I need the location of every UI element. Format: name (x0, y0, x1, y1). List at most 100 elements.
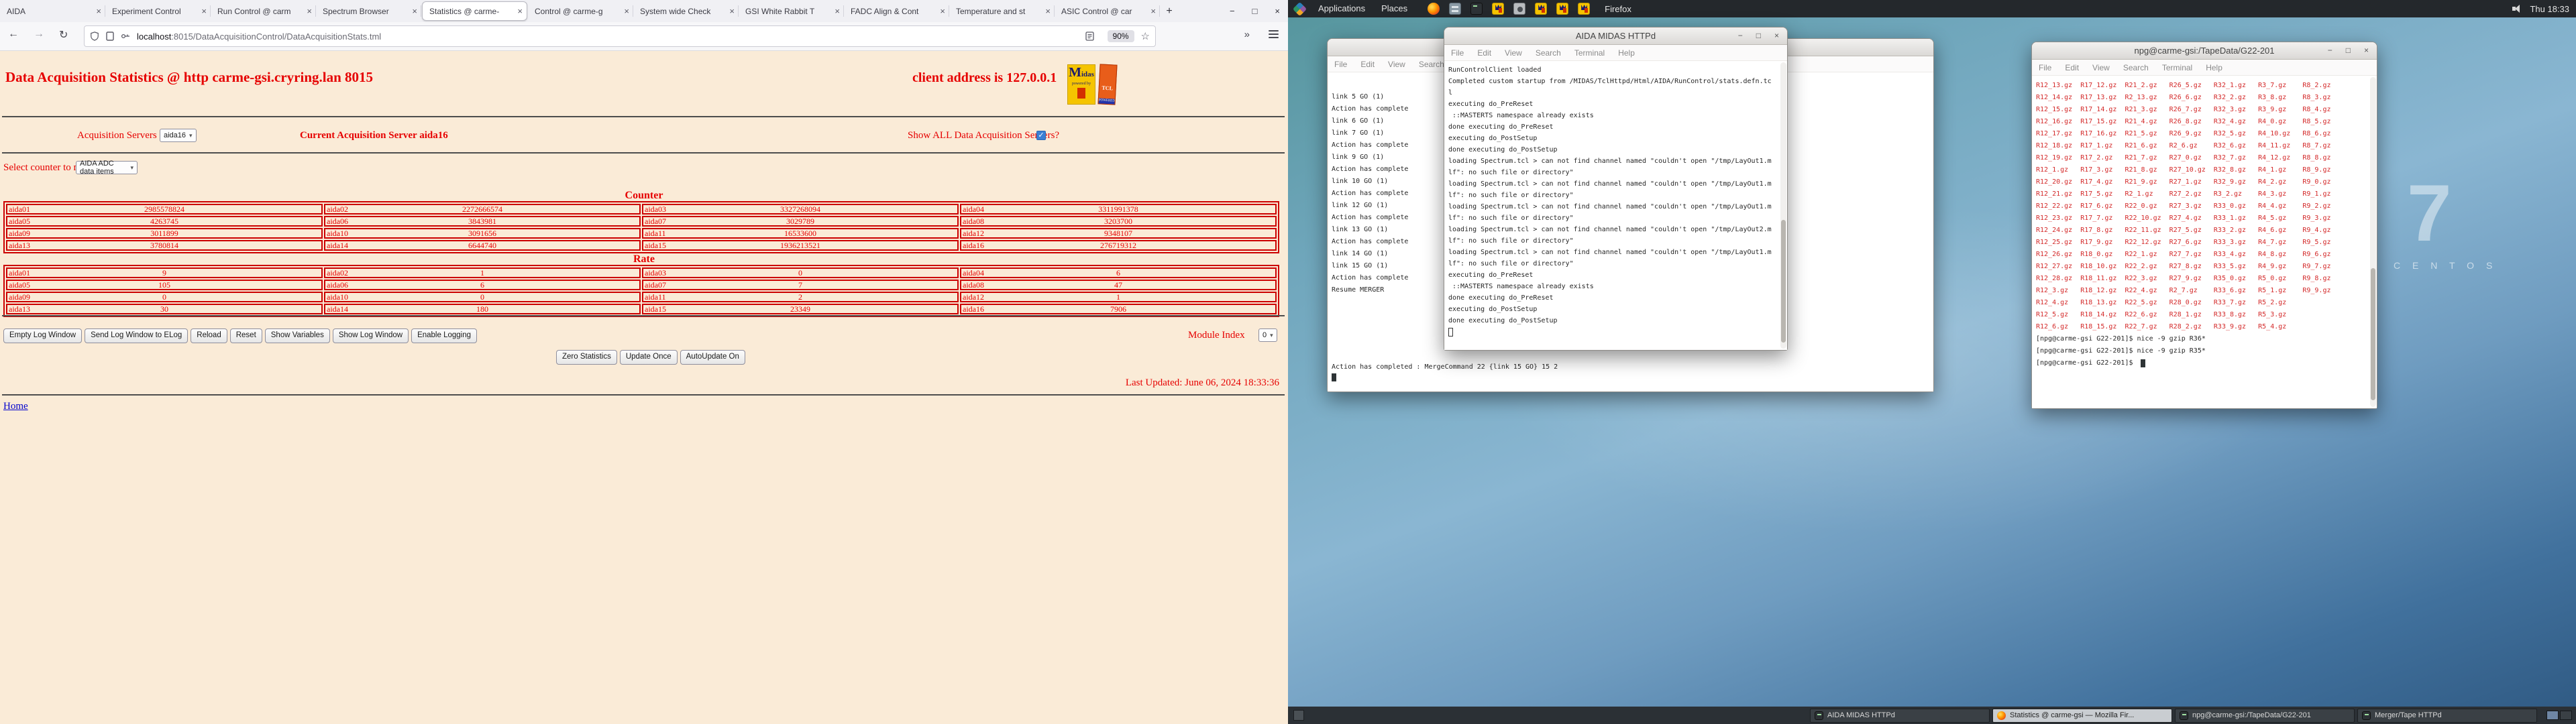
menu-item[interactable]: View (1505, 48, 1522, 58)
new-tab-button[interactable]: + (1160, 0, 1179, 22)
launcher-icon[interactable] (1535, 3, 1548, 15)
update-action-button[interactable]: AutoUpdate On (680, 350, 745, 365)
window-titlebar[interactable]: npg@carme-gsi:/TapeData/G22-201 − □ × (2032, 42, 2377, 60)
tab-close-icon[interactable]: × (515, 6, 523, 16)
show-all-checkbox[interactable]: ✓ (1036, 131, 1046, 140)
launcher-icon[interactable] (1492, 3, 1505, 15)
app-menu-icon[interactable] (1269, 30, 1279, 38)
back-button[interactable]: ← (8, 28, 19, 42)
minimize-button[interactable]: − (1738, 27, 1743, 44)
browser-tab[interactable]: Run Control @ carm × (211, 0, 316, 22)
close-button[interactable]: × (1774, 27, 1779, 44)
maximize-button[interactable]: □ (1756, 27, 1761, 44)
tab-close-icon[interactable]: × (727, 6, 735, 16)
menu-item[interactable]: File (1334, 60, 1347, 69)
tab-close-icon[interactable]: × (1148, 6, 1156, 16)
show-desktop-button[interactable] (1293, 710, 1304, 721)
acquisition-server-select[interactable]: aida16 ▾ (160, 129, 197, 142)
maximize-button[interactable]: □ (1252, 6, 1258, 16)
log-action-button[interactable]: Show Log Window (332, 328, 409, 343)
clock[interactable]: Thu 18:33 (2530, 4, 2569, 14)
module-index-select[interactable]: 0 ▾ (1258, 328, 1277, 342)
tab-close-icon[interactable]: × (937, 6, 945, 16)
log-action-button[interactable]: Reset (229, 328, 262, 343)
shield-icon[interactable] (90, 32, 99, 41)
browser-tab[interactable]: AIDA × (0, 0, 105, 22)
scrollbar[interactable] (2370, 77, 2376, 407)
launcher-icon[interactable] (1470, 3, 1483, 15)
browser-tab[interactable]: Statistics @ carme- × (422, 1, 527, 21)
log-action-button[interactable]: Empty Log Window (3, 328, 83, 343)
log-action-button[interactable]: Enable Logging (411, 328, 478, 343)
overflow-menu-icon[interactable]: » (1244, 29, 1250, 40)
launcher-icon[interactable] (1513, 3, 1526, 15)
close-button[interactable]: × (1275, 6, 1280, 16)
menu-item[interactable]: Edit (1477, 48, 1491, 58)
menu-item[interactable]: Help (2206, 63, 2222, 72)
tab-close-icon[interactable]: × (832, 6, 840, 16)
taskbar-window-button[interactable]: npg@carme-gsi:/TapeData/G22-201 (2175, 708, 2355, 723)
permissions-icon[interactable] (121, 32, 130, 40)
menu-item[interactable]: View (2092, 63, 2110, 72)
volume-icon[interactable] (2512, 5, 2522, 13)
menu-item[interactable]: File (1451, 48, 1464, 58)
menu-item[interactable]: View (1388, 60, 1405, 69)
scrollbar[interactable] (1780, 62, 1786, 349)
menu-item[interactable]: Terminal (1574, 48, 1605, 58)
url-bar[interactable]: localhost:8015/DataAcquisitionControl/Da… (84, 25, 1156, 47)
menu-item[interactable]: Search (1536, 48, 1561, 58)
reload-button[interactable]: ↻ (59, 28, 68, 42)
applications-menu[interactable]: Applications (1310, 0, 1373, 17)
browser-tab[interactable]: Experiment Control × (105, 0, 211, 22)
taskbar-window-button[interactable]: Merger/Tape HTTPd (2357, 708, 2537, 723)
active-app-label[interactable]: Firefox (1605, 4, 1631, 14)
log-action-button[interactable]: Show Variables (264, 328, 330, 343)
menu-item[interactable]: Help (1618, 48, 1635, 58)
launcher-icon[interactable] (1449, 3, 1462, 15)
update-action-button[interactable]: Update Once (619, 350, 678, 365)
zoom-level-badge[interactable]: 90% (1107, 30, 1134, 42)
browser-tab[interactable]: Spectrum Browser × (316, 0, 421, 22)
tab-close-icon[interactable]: × (93, 6, 101, 16)
centos-menu-icon[interactable] (1292, 1, 1307, 16)
aida-terminal-window[interactable]: AIDA MIDAS HTTPd − □ × File Edit View Searc… (1444, 27, 1788, 351)
update-action-button[interactable]: Zero Statistics (556, 350, 617, 365)
tab-close-icon[interactable]: × (1042, 6, 1051, 16)
places-menu[interactable]: Places (1373, 0, 1415, 17)
url-text[interactable]: localhost:8015/DataAcquisitionControl/Da… (137, 32, 1085, 42)
close-button[interactable]: × (2364, 42, 2369, 59)
browser-tab[interactable]: FADC Align & Cont × (844, 0, 949, 22)
browser-tab[interactable]: System wide Check × (633, 0, 739, 22)
menu-item[interactable]: Edit (1360, 60, 1375, 69)
minimize-button[interactable]: − (1230, 6, 1235, 16)
browser-tab[interactable]: Temperature and st × (949, 0, 1055, 22)
taskbar-window-button[interactable]: Statistics @ carme-gsi — Mozilla Fir... (1992, 708, 2172, 723)
browser-tab[interactable]: ASIC Control @ car × (1055, 0, 1160, 22)
taskbar-window-button[interactable]: AIDA MIDAS HTTPd (1810, 708, 1990, 723)
terminal-content[interactable]: R12_13.gz R17_12.gz R21_2.gz R26_5.gz R3… (2032, 76, 2377, 408)
launcher-icon[interactable] (1556, 3, 1569, 15)
tab-close-icon[interactable]: × (409, 6, 417, 16)
browser-tab[interactable]: GSI White Rabbit T × (739, 0, 844, 22)
bookmark-star-icon[interactable]: ☆ (1141, 30, 1150, 42)
reader-view-icon[interactable] (1085, 32, 1094, 41)
window-titlebar[interactable]: AIDA MIDAS HTTPd − □ × (1444, 27, 1787, 45)
menu-item[interactable]: Search (2123, 63, 2149, 72)
browser-tab[interactable]: Control @ carme-g × (528, 0, 633, 22)
counter-select[interactable]: AIDA ADC data items ▾ (76, 160, 138, 176)
tab-close-icon[interactable]: × (621, 6, 629, 16)
log-action-button[interactable]: Send Log Window to ELog (85, 328, 189, 343)
menu-item[interactable]: Terminal (2162, 63, 2192, 72)
tab-close-icon[interactable]: × (199, 6, 207, 16)
minimize-button[interactable]: − (2328, 42, 2332, 59)
forward-button[interactable]: → (34, 28, 44, 42)
tab-close-icon[interactable]: × (304, 6, 312, 16)
workspace-switcher[interactable] (2546, 711, 2572, 720)
home-link[interactable]: Home (3, 401, 28, 412)
menu-item[interactable]: Edit (2065, 63, 2079, 72)
npg-terminal-window[interactable]: npg@carme-gsi:/TapeData/G22-201 − □ × Fi… (2031, 42, 2377, 409)
log-action-button[interactable]: Reload (191, 328, 227, 343)
launcher-icon[interactable] (1428, 3, 1440, 15)
maximize-button[interactable]: □ (2346, 42, 2351, 59)
terminal-content[interactable]: RunControlClient loaded Completed custom … (1444, 61, 1787, 350)
